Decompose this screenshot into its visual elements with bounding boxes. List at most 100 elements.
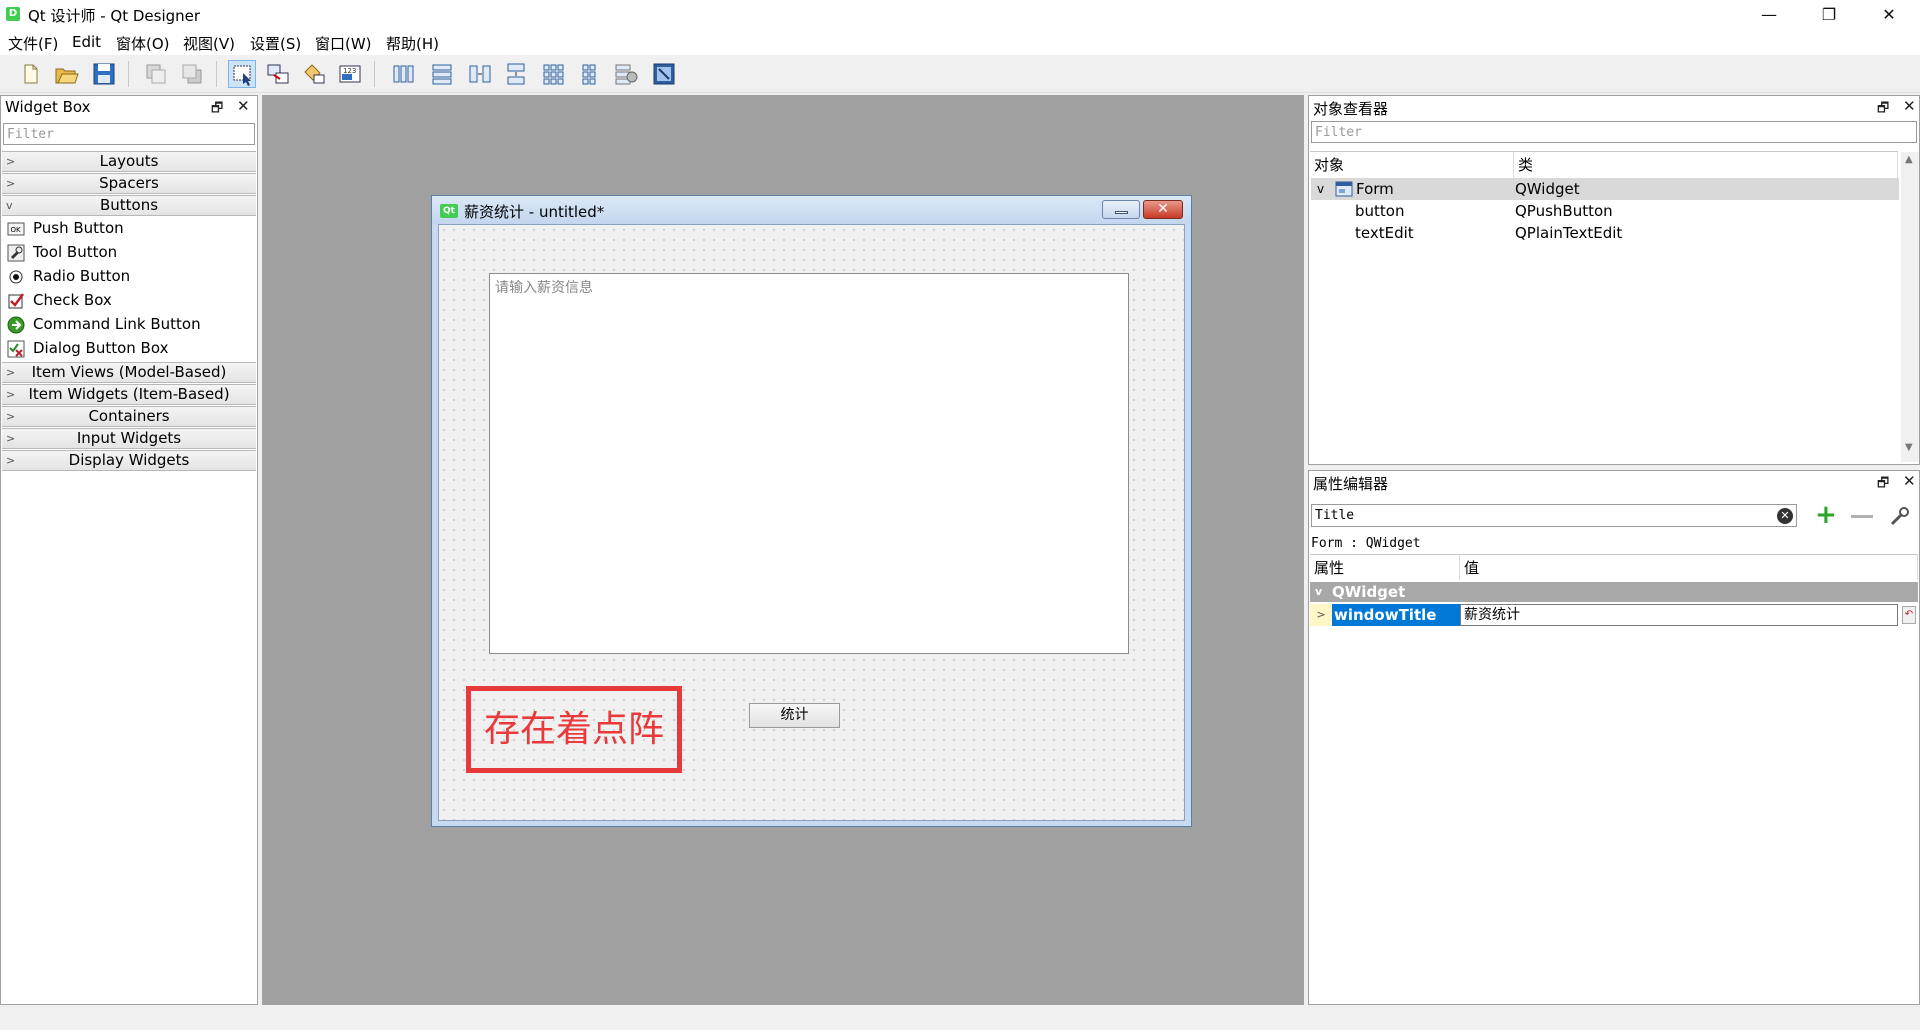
widget-filter-input[interactable] <box>3 123 255 145</box>
property-editor-panel: 属性编辑器 🗗 ✕ ✕ + Form : QWidget 属性 值 v QWid… <box>1308 470 1920 1005</box>
break-layout-icon[interactable] <box>612 60 640 88</box>
scroll-down-icon[interactable]: ▼ <box>1905 442 1913 453</box>
open-folder-icon[interactable] <box>52 60 80 88</box>
vertical-scrollbar[interactable]: ▲ ▼ <box>1901 152 1919 462</box>
remove-dynamic-property-icon[interactable] <box>1851 515 1873 518</box>
form-minimize-button[interactable] <box>1102 200 1140 219</box>
layout-grid-icon[interactable] <box>540 60 568 88</box>
svg-text:123: 123 <box>343 67 356 75</box>
widget-radio-button[interactable]: Radio Button <box>7 265 130 287</box>
layout-form-icon[interactable] <box>576 60 604 88</box>
category-buttons[interactable]: v Buttons <box>2 195 256 216</box>
statistics-button[interactable]: 统计 <box>749 703 840 728</box>
object-class: QWidget <box>1515 180 1580 198</box>
float-panel-icon[interactable]: 🗗 <box>1877 474 1889 496</box>
chevron-right-icon: > <box>6 410 16 423</box>
form-close-button[interactable]: ✕ <box>1143 200 1183 219</box>
menu-edit[interactable]: Edit <box>72 33 101 51</box>
object-filter-input[interactable] <box>1311 121 1917 143</box>
property-filter-input[interactable] <box>1311 504 1797 527</box>
form-title-bar[interactable]: Qt 薪资统计 - untitled* ✕ <box>432 196 1191 224</box>
close-panel-icon[interactable]: ✕ <box>1903 472 1916 490</box>
widget-label: Command Link Button <box>33 315 201 333</box>
widget-command-link-button[interactable]: Command Link Button <box>7 313 201 335</box>
tool-button-icon <box>7 244 25 261</box>
category-containers[interactable]: > Containers <box>2 406 256 427</box>
category-item-views[interactable]: > Item Views (Model-Based) <box>2 362 256 383</box>
bring-to-front-icon[interactable] <box>178 60 206 88</box>
edit-buddies-icon[interactable] <box>300 60 328 88</box>
chevron-right-icon: > <box>6 366 16 379</box>
save-icon[interactable] <box>90 60 118 88</box>
column-header-value[interactable]: 值 <box>1460 554 1918 580</box>
svg-text:OK: OK <box>11 226 22 234</box>
category-display-widgets[interactable]: > Display Widgets <box>2 450 256 471</box>
salary-text-edit[interactable]: 请输入薪资信息 <box>489 273 1129 654</box>
menu-settings[interactable]: 设置(S) <box>250 33 301 54</box>
configure-wrench-icon[interactable] <box>1889 505 1911 527</box>
form-title: 薪资统计 - untitled* <box>464 203 605 221</box>
tree-row-textedit[interactable]: textEdit QPlainTextEdit <box>1311 222 1899 244</box>
column-header-object[interactable]: 对象 <box>1310 152 1514 178</box>
widget-push-button[interactable]: OK Push Button <box>7 217 124 239</box>
widget-check-box[interactable]: Check Box <box>7 289 112 311</box>
widget-tool-button[interactable]: Tool Button <box>7 241 117 263</box>
object-tree[interactable]: 对象 类 v Form QWidget button QPushButton t… <box>1310 151 1899 463</box>
category-label: Item Views (Model-Based) <box>31 363 227 381</box>
layout-horizontal-splitter-icon[interactable] <box>466 60 494 88</box>
clear-filter-icon[interactable]: ✕ <box>1777 508 1793 524</box>
maximize-button[interactable]: ❐ <box>1806 0 1852 30</box>
edit-signals-slots-icon[interactable] <box>264 60 292 88</box>
column-header-class[interactable]: 类 <box>1514 152 1898 178</box>
property-row-window-title[interactable]: > windowTitle 薪资统计 ↶ <box>1310 604 1918 626</box>
edit-widgets-icon[interactable] <box>228 60 256 88</box>
radio-button-icon <box>9 270 23 283</box>
menu-view[interactable]: 视图(V) <box>183 33 235 54</box>
menu-help[interactable]: 帮助(H) <box>386 33 439 54</box>
adjust-size-icon[interactable] <box>650 60 678 88</box>
float-panel-icon[interactable]: 🗗 <box>211 99 223 121</box>
category-spacers[interactable]: > Spacers <box>2 173 256 194</box>
send-to-back-icon[interactable] <box>142 60 170 88</box>
widget-dialog-button-box[interactable]: Dialog Button Box <box>7 337 168 359</box>
object-class: QPlainTextEdit <box>1515 224 1623 242</box>
minimize-button[interactable]: — <box>1746 0 1792 30</box>
menu-file[interactable]: 文件(F) <box>8 33 58 54</box>
layout-vertical-icon[interactable] <box>428 60 456 88</box>
main-toolbar: 123 <box>0 55 1920 93</box>
new-file-icon[interactable] <box>16 60 44 88</box>
menu-form[interactable]: 窗体(O) <box>116 33 170 54</box>
qt-form-icon: Qt <box>440 204 458 218</box>
float-panel-icon[interactable]: 🗗 <box>1877 99 1889 121</box>
form-widget-icon <box>1335 181 1353 197</box>
tree-row-form[interactable]: v Form QWidget <box>1311 178 1899 200</box>
edit-tab-order-icon[interactable]: 123 <box>336 60 364 88</box>
property-table[interactable]: 属性 值 v QWidget > windowTitle 薪资统计 ↶ <box>1310 554 1918 1004</box>
property-value-input[interactable]: 薪资统计 <box>1460 604 1898 626</box>
reset-property-icon[interactable]: ↶ <box>1902 606 1916 624</box>
column-header-property[interactable]: 属性 <box>1310 554 1460 580</box>
add-dynamic-property-icon[interactable]: + <box>1815 502 1837 528</box>
menu-window[interactable]: 窗口(W) <box>315 33 372 54</box>
check-box-icon <box>8 292 25 308</box>
property-name: windowTitle <box>1332 604 1460 626</box>
widget-label: Tool Button <box>33 243 118 261</box>
chevron-right-icon: > <box>6 177 16 190</box>
widget-box-panel: Widget Box 🗗 ✕ > Layouts > Spacers v Button… <box>0 95 258 1005</box>
layout-vertical-splitter-icon[interactable] <box>502 60 530 88</box>
toolbar-separator <box>374 61 375 87</box>
widget-label: Radio Button <box>33 267 131 285</box>
property-group-qwidget[interactable]: v QWidget <box>1310 582 1918 602</box>
chevron-right-icon: > <box>6 454 16 467</box>
category-layouts[interactable]: > Layouts <box>2 151 256 172</box>
scroll-up-icon[interactable]: ▲ <box>1905 154 1913 165</box>
category-input-widgets[interactable]: > Input Widgets <box>2 428 256 449</box>
close-button[interactable]: ✕ <box>1866 0 1912 30</box>
chevron-down-icon: v <box>1315 585 1323 598</box>
layout-horizontal-icon[interactable] <box>390 60 418 88</box>
category-item-widgets[interactable]: > Item Widgets (Item-Based) <box>2 384 256 405</box>
chevron-right-icon[interactable]: > <box>1310 604 1332 626</box>
close-panel-icon[interactable]: ✕ <box>237 97 250 115</box>
close-panel-icon[interactable]: ✕ <box>1903 97 1916 115</box>
tree-row-button[interactable]: button QPushButton <box>1311 200 1899 222</box>
